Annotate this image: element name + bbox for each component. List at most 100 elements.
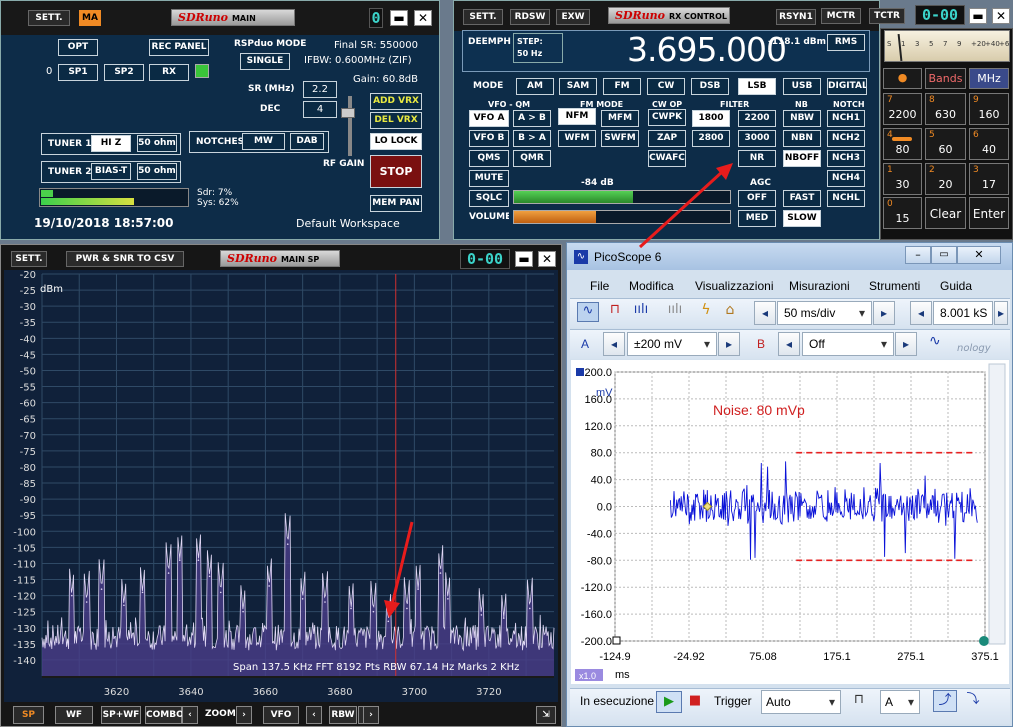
wfm-button[interactable]: WFM xyxy=(558,130,596,147)
nbw-button[interactable]: NBW xyxy=(783,110,821,127)
sqlc-button[interactable]: SQLC xyxy=(469,190,509,207)
nfm-button[interactable]: NFM xyxy=(558,108,596,125)
band-key-2200[interactable]: 7 2200 xyxy=(883,93,922,125)
range-a-next-button[interactable]: ▸ xyxy=(718,332,740,356)
rsyn1-button[interactable]: RSYN1 xyxy=(776,9,816,25)
nch2-button[interactable]: NCH2 xyxy=(827,130,865,147)
nchl-button[interactable]: NCHL xyxy=(827,190,865,207)
trigger-edge-icon[interactable]: ⊓ xyxy=(848,692,870,712)
minimize-button[interactable]: ▬ xyxy=(390,10,408,26)
signal-generator-icon[interactable]: ϟ xyxy=(695,302,717,322)
wf-button[interactable]: WF xyxy=(55,706,93,724)
band-key-630[interactable]: 8 630 xyxy=(925,93,966,125)
measure-icon[interactable]: ıılı xyxy=(664,302,686,322)
band-key-80[interactable]: 4 80 xyxy=(883,128,922,160)
play-button[interactable]: ▶ xyxy=(656,691,682,713)
bands-button[interactable]: Bands xyxy=(925,68,966,89)
samples-select[interactable]: 8.001 kS xyxy=(933,301,993,325)
rms-button[interactable]: RMS xyxy=(827,34,865,51)
sp-button[interactable]: SP xyxy=(13,706,44,724)
mode-button-fm[interactable]: FM xyxy=(603,78,641,95)
tuner1-ohm-button[interactable]: 50 ohm xyxy=(137,135,177,152)
a-to-b-button[interactable]: A > B xyxy=(513,110,551,127)
exw-button[interactable]: EXW xyxy=(556,9,590,25)
timebase-select[interactable]: 50 ms/div ▾ xyxy=(777,301,872,325)
mode-button-am[interactable]: AM xyxy=(516,78,554,95)
rf-gain-slider[interactable] xyxy=(348,96,352,156)
band-key-40[interactable]: 6 40 xyxy=(969,128,1009,160)
frequency-readout[interactable]: 3.695.000 xyxy=(627,30,787,69)
rx-button[interactable]: RX xyxy=(149,64,189,81)
ruler-handle[interactable] xyxy=(979,636,989,646)
lo-lock-button[interactable]: LO LOCK xyxy=(370,133,422,150)
home-icon[interactable]: ⌂ xyxy=(719,302,741,322)
band-key-60[interactable]: 5 60 xyxy=(925,128,966,160)
menu-file[interactable]: File xyxy=(590,279,609,293)
enter-button[interactable]: Enter xyxy=(969,197,1009,229)
menu-modifica[interactable]: Modifica xyxy=(629,279,674,293)
sp2-button[interactable]: SP2 xyxy=(104,64,144,81)
band-key-30[interactable]: 1 30 xyxy=(883,163,922,195)
timebase-next-button[interactable]: ▸ xyxy=(873,301,895,325)
rx-close-button[interactable]: ✕ xyxy=(992,8,1010,24)
mode-button-digital[interactable]: DIGITAL xyxy=(827,78,867,95)
zoom-in-button[interactable]: › xyxy=(236,706,252,724)
channel-b-label[interactable]: B xyxy=(757,337,765,351)
filter-1800-button[interactable]: 1800 xyxy=(692,110,730,127)
band-key-160[interactable]: 9 160 xyxy=(969,93,1009,125)
mem-pan-button[interactable]: MEM PAN xyxy=(370,195,422,212)
scope-view-icon[interactable]: ∿ xyxy=(577,302,599,322)
squelch-slider[interactable] xyxy=(513,190,731,204)
band-key-20[interactable]: 2 20 xyxy=(925,163,966,195)
pico-minimize-button[interactable]: – xyxy=(905,246,931,264)
opt-button[interactable]: OPT xyxy=(58,39,98,56)
trigger-mode-select[interactable]: Auto ▾ xyxy=(761,690,841,714)
bands-key-icon[interactable]: ● xyxy=(883,68,922,89)
nbn-button[interactable]: NBN xyxy=(783,130,821,147)
mode-button-sam[interactable]: SAM xyxy=(559,78,597,95)
nch1-button[interactable]: NCH1 xyxy=(827,110,865,127)
menu-strumenti[interactable]: Strumenti xyxy=(869,279,920,293)
single-mode-button[interactable]: SINGLE xyxy=(240,53,290,70)
spwf-button[interactable]: SP+WF xyxy=(101,706,141,724)
qmr-button[interactable]: QMR xyxy=(513,150,551,167)
filter-2200-button[interactable]: 2200 xyxy=(738,110,776,127)
band-key-15[interactable]: 0 15 xyxy=(883,197,922,229)
bias-t-button[interactable]: BIAS-T xyxy=(91,163,131,180)
filter-3000-button[interactable]: 3000 xyxy=(738,130,776,147)
nr-button[interactable]: NR xyxy=(738,150,776,167)
agc-med-button[interactable]: MED xyxy=(738,210,776,227)
sr-value-field[interactable]: 2.2 xyxy=(303,81,337,98)
rf-gain-slider-handle[interactable] xyxy=(341,108,355,118)
b-to-a-button[interactable]: B > A xyxy=(513,130,551,147)
vfo-prev-button[interactable]: ‹ xyxy=(306,706,322,724)
mode-button-lsb[interactable]: LSB xyxy=(738,78,776,95)
resize-handle-icon[interactable]: ⇲ xyxy=(536,706,556,724)
mode-button-usb[interactable]: USB xyxy=(783,78,821,95)
oscilloscope-chart[interactable]: 200.0160.0120.080.040.00.0-40.0-80.0-120… xyxy=(571,360,1009,684)
mode-button-cw[interactable]: CW xyxy=(647,78,685,95)
rx-sett-button[interactable]: SETT. xyxy=(463,9,503,25)
swfm-button[interactable]: SWFM xyxy=(601,130,639,147)
main-sett-button[interactable]: SETT. xyxy=(28,10,70,26)
menu-visualizzazioni[interactable]: Visualizzazioni xyxy=(695,279,774,293)
rbw-button[interactable]: RBW xyxy=(329,706,357,724)
pico-close-button[interactable]: ✕ xyxy=(957,246,1001,264)
cwafc-button[interactable]: CWAFC xyxy=(648,150,686,167)
qms-button[interactable]: QMS xyxy=(469,150,509,167)
sp-close-button[interactable]: ✕ xyxy=(538,251,556,267)
zap-button[interactable]: ZAP xyxy=(648,130,686,147)
mode-button-dsb[interactable]: DSB xyxy=(691,78,729,95)
mfm-button[interactable]: MFM xyxy=(601,110,639,127)
add-vrx-button[interactable]: ADD VRX xyxy=(370,93,422,110)
range-a-select[interactable]: ±200 mV ▾ xyxy=(627,332,717,356)
channel-a-label[interactable]: A xyxy=(581,337,589,351)
menu-guida[interactable]: Guida xyxy=(940,279,972,293)
stop-button[interactable]: STOP xyxy=(370,155,422,188)
dec-value-field[interactable]: 4 xyxy=(303,101,337,118)
spectrum-view-icon[interactable]: ıılı xyxy=(630,302,652,322)
mw-button[interactable]: MW xyxy=(242,133,285,150)
range-b-select[interactable]: Off ▾ xyxy=(802,332,894,356)
sp-minimize-button[interactable]: ▬ xyxy=(515,251,533,267)
trigger-mode-icon[interactable]: ∿ xyxy=(929,333,953,355)
